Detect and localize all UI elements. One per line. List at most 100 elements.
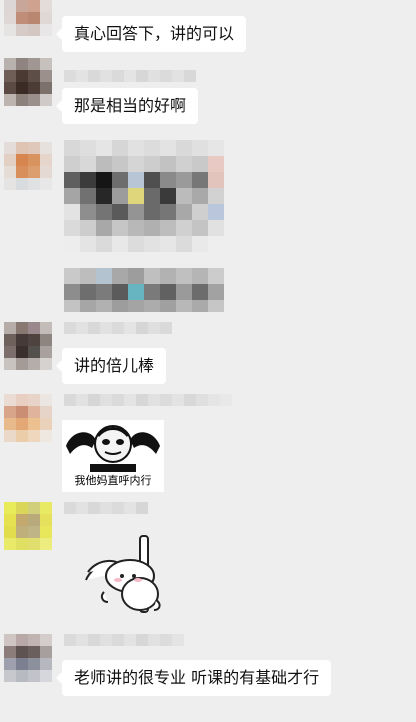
pixel-block	[40, 418, 52, 430]
pixel-block	[96, 188, 112, 204]
pixel-block	[192, 140, 208, 156]
pixel-block	[76, 70, 88, 82]
pixel-block	[160, 204, 176, 220]
meme-face-icon	[66, 425, 160, 472]
message-bubble[interactable]: 讲的倍儿棒	[55, 348, 167, 384]
pixel-block	[124, 394, 136, 406]
pixel-block	[100, 70, 112, 82]
pixel-block	[28, 178, 40, 190]
pixel-block	[192, 236, 208, 252]
pixel-block	[112, 236, 128, 252]
pixel-block	[208, 394, 220, 406]
pixel-block	[28, 658, 40, 670]
pixel-block	[28, 514, 40, 526]
pixel-block	[192, 188, 208, 204]
pixel-block	[144, 140, 160, 156]
pixel-block	[144, 204, 160, 220]
pixel-block	[64, 236, 80, 252]
pixel-block	[40, 58, 52, 70]
message-bubble[interactable]: 那是相当的好啊	[55, 88, 199, 124]
pixelated-image[interactable]	[64, 140, 224, 312]
pixel-block	[128, 140, 144, 156]
pixel-block	[80, 156, 96, 172]
pixel-block	[16, 94, 28, 106]
pixel-block	[4, 634, 16, 646]
pixel-block	[28, 394, 40, 406]
pixel-block	[112, 172, 128, 188]
pixel-block	[208, 204, 224, 220]
pixel-block	[112, 322, 124, 334]
avatar[interactable]	[4, 142, 52, 190]
pixel-block	[64, 268, 80, 284]
pixel-block	[64, 172, 80, 188]
message-bubble[interactable]: 真心回答下，讲的可以	[55, 16, 247, 52]
pixel-block	[112, 284, 128, 300]
avatar[interactable]	[4, 394, 52, 442]
pixel-block	[144, 156, 160, 172]
pixel-block	[160, 634, 172, 646]
avatar[interactable]	[4, 322, 52, 370]
pixel-block	[16, 58, 28, 70]
pixel-block	[172, 70, 184, 82]
pixel-block	[40, 502, 52, 514]
pixel-block	[64, 220, 80, 236]
pixel-block	[28, 634, 40, 646]
pixel-block	[40, 658, 52, 670]
meme-sticker[interactable]: 我他妈直呼内行	[62, 420, 164, 492]
pixel-block	[160, 140, 176, 156]
pixel-block	[64, 140, 80, 156]
avatar[interactable]	[4, 58, 52, 106]
pixel-block	[128, 188, 144, 204]
pixel-block	[128, 268, 144, 284]
pixel-block	[96, 252, 112, 268]
pixel-block	[96, 220, 112, 236]
pixel-block	[160, 220, 176, 236]
pixel-block	[136, 502, 148, 514]
pixel-block	[4, 406, 16, 418]
pixel-block	[16, 634, 28, 646]
avatar[interactable]	[4, 502, 52, 550]
pixel-block	[176, 236, 192, 252]
pixel-block	[208, 284, 224, 300]
pixel-block	[40, 430, 52, 442]
pixel-block	[144, 252, 160, 268]
pixel-block	[40, 82, 52, 94]
pixel-block	[208, 172, 224, 188]
pixel-block	[148, 70, 160, 82]
pixel-block	[40, 178, 52, 190]
pixel-block	[160, 236, 176, 252]
pixel-block	[76, 502, 88, 514]
pixel-block	[96, 204, 112, 220]
bunny-sticker[interactable]	[78, 532, 178, 618]
pixel-block	[16, 646, 28, 658]
pixel-block	[4, 24, 16, 36]
pixel-block	[208, 140, 224, 156]
pixel-block	[40, 670, 52, 682]
pixel-block	[100, 634, 112, 646]
pixel-block	[144, 172, 160, 188]
pixel-block	[28, 94, 40, 106]
pixel-block	[196, 394, 208, 406]
pixel-block	[176, 220, 192, 236]
pixel-block	[112, 502, 124, 514]
pixel-block	[28, 334, 40, 346]
pixel-block	[64, 188, 80, 204]
pixel-block	[80, 172, 96, 188]
sender-name	[64, 502, 148, 514]
avatar[interactable]	[4, 0, 52, 36]
pixel-block	[16, 526, 28, 538]
pixel-block	[160, 70, 172, 82]
pixel-block	[40, 394, 52, 406]
pixel-block	[160, 284, 176, 300]
pixel-block	[96, 156, 112, 172]
pixel-block	[160, 172, 176, 188]
pixel-block	[112, 252, 128, 268]
avatar[interactable]	[4, 634, 52, 682]
message-bubble[interactable]: 老师讲的很专业 听课的有基础才行	[55, 660, 332, 696]
pixel-block	[88, 394, 100, 406]
pixel-block	[64, 204, 80, 220]
pixel-block	[40, 634, 52, 646]
pixel-block	[144, 268, 160, 284]
pixel-block	[192, 300, 208, 312]
pixel-block	[28, 526, 40, 538]
